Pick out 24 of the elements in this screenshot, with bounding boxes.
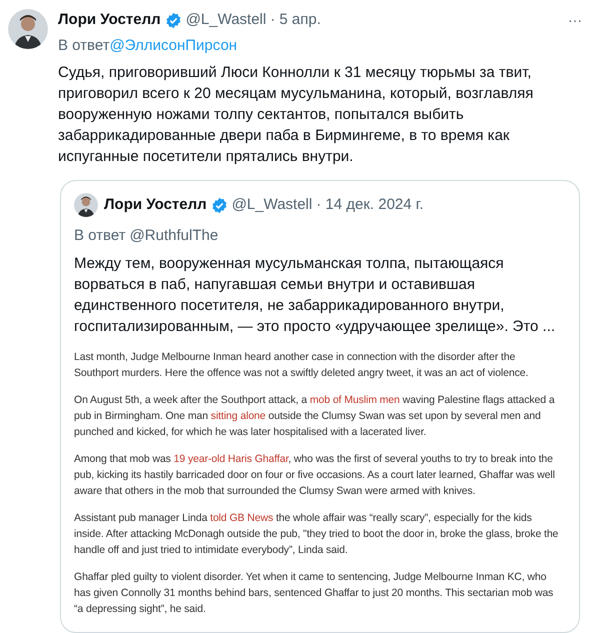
author-handle[interactable]: @L_Wastell	[186, 9, 266, 32]
quoted-tweet-text: Между тем, вооруженная мусульманская толпа, пытающаяся ворваться в паб, напугавшая семьи внутри и оставившая единственного посетителя, не забаррикадированного внутри, госпитализированным, — это просто «удручающее зрелище». Это ...	[74, 254, 556, 336]
article-link[interactable]: sitting alone	[210, 410, 266, 422]
article-link[interactable]: mob of Muslim men	[310, 394, 400, 406]
article-paragraph: On August 5th, a week after the Southport attack, a mob of Muslim men waving Palestine flags attacked a pub in Birmingham. One man sitting alone outside the Clumsy Swan was set upon by several men and punched and kicked, for which he was later hospitalised with a lacerated liver.	[74, 392, 556, 440]
reply-label: В ответ	[58, 36, 110, 56]
author-name[interactable]: Лори Уостелл	[104, 194, 207, 216]
avatar[interactable]	[74, 193, 98, 217]
article-paragraph: Ghaffar pled guilty to violent disorder. Yet when it came to sentencing, Judge Melbourne Inman KC, who has given Connolly 31 months behind bars, sentenced Ghaffar to just 20 months. This sectarian mob was “a depressing sight”, he said.	[74, 570, 554, 616]
author-handle: @L_Wastell	[232, 194, 312, 215]
quoted-tweet-card[interactable]	[60, 180, 580, 633]
author-name[interactable]: Лори Уостелл	[58, 9, 161, 32]
reply-mention: @RuthfulThe	[130, 226, 218, 246]
article-link[interactable]: told GB News	[210, 512, 274, 524]
article-paragraph: Among that mob was 19 year-old Haris Ghaffar, who was the first of several youths to try to break into the pub, kicking its hastily barricaded door on four or five occasions. As a court later learned, Ghaffar was well aware that others in the mob that surrounded the Clumsy Swan were armed with knives.	[74, 452, 556, 498]
more-button[interactable]: ···	[568, 13, 582, 28]
post-date[interactable]: · 5 апр.	[270, 9, 321, 32]
article-link[interactable]: 19 year-old Haris Ghaffar	[174, 452, 288, 464]
article-paragraph: Assistant pub manager Linda told GB News the whole affair was “really scary”, especially for the kids inside. After attacking McDonagh outside the pub, "they tried to boot the door in, broke the glass, broke the handle off and just tried to intimidate everybody”, Linda said.	[74, 510, 560, 558]
article-paragraph: Last month, Judge Melbourne Inman heard another case in connection with the disorder after the Southport murders. Here the offence was not a swiftly deleted angry tweet, it was an act of violence.	[74, 350, 530, 380]
avatar[interactable]	[8, 9, 48, 49]
post-date: · 14 дек. 2024 г.	[316, 194, 424, 215]
reply-label: В ответ	[74, 226, 126, 246]
tweet-text: Судья, приговоривший Люси Коннолли к 31 месяцу тюрьмы за твит, приговорил всего к 20 месяцам мусульманина, который, возглавляя вооруженную ножами толпу сектантов, попытался выбить забаррикадированные двери паба в Бирмингеме, в то время как испуганные посетители прятались внутри.	[58, 63, 534, 167]
